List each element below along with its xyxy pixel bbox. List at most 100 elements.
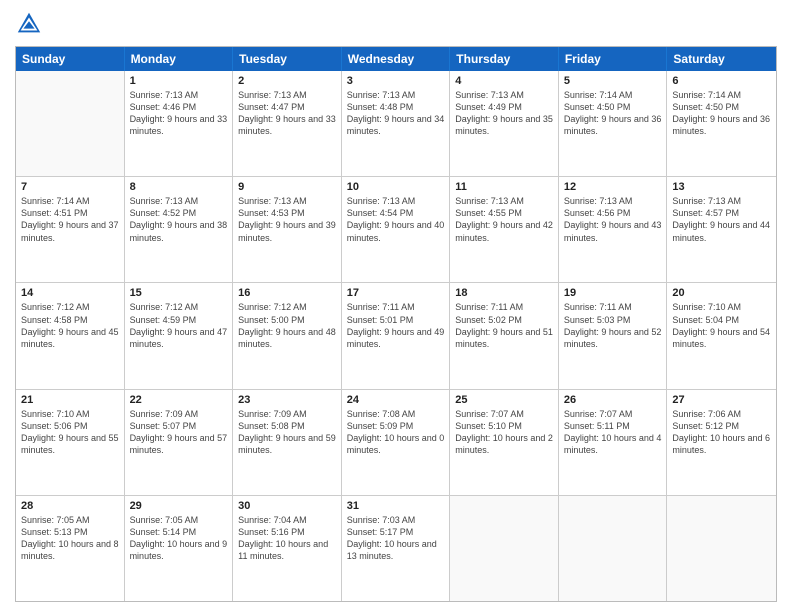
day-number: 3 [347,75,445,87]
day-info: Sunrise: 7:13 AM Sunset: 4:56 PM Dayligh… [564,195,662,244]
day-info: Sunrise: 7:13 AM Sunset: 4:46 PM Dayligh… [130,89,228,138]
calendar-cell: 4 Sunrise: 7:13 AM Sunset: 4:49 PM Daylig… [450,71,559,176]
day-number: 7 [21,181,119,193]
calendar-cell: 6Sunrise: 7:14 AM Sunset: 4:50 PM Daylig… [667,71,776,176]
calendar-cell: 30Sunrise: 7:04 AM Sunset: 5:16 PM Dayli… [233,496,342,601]
calendar-container: SundayMondayTuesdayWednesdayThursdayFrid… [15,46,777,602]
day-number: 9 [238,181,336,193]
calendar-cell: 12 Sunrise: 7:13 AM Sunset: 4:56 PM Dayli… [559,177,668,282]
day-number: 18 [455,287,553,299]
calendar-row: 7 Sunrise: 7:14 AM Sunset: 4:51 PM Daylig… [16,177,776,283]
calendar-cell: 21 Sunrise: 7:10 AM Sunset: 5:06 PM Dayli… [16,390,125,495]
calendar-cell: 29 Sunrise: 7:05 AM Sunset: 5:14 PM Dayli… [125,496,234,601]
day-info: Sunrise: 7:09 AM Sunset: 5:07 PM Dayligh… [130,408,228,457]
logo-icon [15,10,43,38]
calendar-cell: 13 Sunrise: 7:13 AM Sunset: 4:57 PM Dayli… [667,177,776,282]
weekday-header: Friday [559,47,668,71]
day-info: Sunrise: 7:05 AM Sunset: 5:13 PM Dayligh… [21,514,119,563]
day-number: 29 [130,500,228,512]
day-info: Sunrise: 7:11 AM Sunset: 5:01 PM Dayligh… [347,301,445,350]
calendar-cell: 2 Sunrise: 7:13 AM Sunset: 4:47 PM Daylig… [233,71,342,176]
day-number: 5 [564,75,662,87]
day-info: Sunrise: 7:13 AM Sunset: 4:57 PM Dayligh… [672,195,771,244]
day-number: 15 [130,287,228,299]
day-number: 2 [238,75,336,87]
calendar-cell [559,496,668,601]
calendar-header: SundayMondayTuesdayWednesdayThursdayFrid… [16,47,776,71]
calendar-cell: 25 Sunrise: 7:07 AM Sunset: 5:10 PM Dayli… [450,390,559,495]
day-info: Sunrise: 7:13 AM Sunset: 4:47 PM Dayligh… [238,89,336,138]
calendar-cell: 26 Sunrise: 7:07 AM Sunset: 5:11 PM Dayli… [559,390,668,495]
day-info: Sunrise: 7:13 AM Sunset: 4:48 PM Dayligh… [347,89,445,138]
calendar-cell: 15Sunrise: 7:12 AM Sunset: 4:59 PM Dayli… [125,283,234,388]
day-info: Sunrise: 7:13 AM Sunset: 4:53 PM Dayligh… [238,195,336,244]
day-number: 22 [130,394,228,406]
weekday-header: Sunday [16,47,125,71]
calendar-cell: 28Sunrise: 7:05 AM Sunset: 5:13 PM Dayli… [16,496,125,601]
day-info: Sunrise: 7:10 AM Sunset: 5:04 PM Dayligh… [672,301,771,350]
calendar-cell [667,496,776,601]
day-info: Sunrise: 7:12 AM Sunset: 5:00 PM Dayligh… [238,301,336,350]
day-number: 8 [130,181,228,193]
day-info: Sunrise: 7:14 AM Sunset: 4:51 PM Dayligh… [21,195,119,244]
header [15,10,777,38]
day-number: 11 [455,181,553,193]
day-info: Sunrise: 7:07 AM Sunset: 5:10 PM Dayligh… [455,408,553,457]
calendar-body: 1 Sunrise: 7:13 AM Sunset: 4:46 PM Daylig… [16,71,776,601]
calendar-cell: 16Sunrise: 7:12 AM Sunset: 5:00 PM Dayli… [233,283,342,388]
day-info: Sunrise: 7:13 AM Sunset: 4:49 PM Dayligh… [455,89,553,138]
day-info: Sunrise: 7:11 AM Sunset: 5:02 PM Dayligh… [455,301,553,350]
day-info: Sunrise: 7:12 AM Sunset: 4:58 PM Dayligh… [21,301,119,350]
day-number: 25 [455,394,553,406]
calendar-cell: 23 Sunrise: 7:09 AM Sunset: 5:08 PM Dayli… [233,390,342,495]
day-info: Sunrise: 7:13 AM Sunset: 4:55 PM Dayligh… [455,195,553,244]
calendar-cell: 10Sunrise: 7:13 AM Sunset: 4:54 PM Dayli… [342,177,451,282]
day-number: 13 [672,181,771,193]
day-info: Sunrise: 7:11 AM Sunset: 5:03 PM Dayligh… [564,301,662,350]
weekday-header: Tuesday [233,47,342,71]
day-info: Sunrise: 7:05 AM Sunset: 5:14 PM Dayligh… [130,514,228,563]
day-number: 21 [21,394,119,406]
calendar-cell: 1 Sunrise: 7:13 AM Sunset: 4:46 PM Daylig… [125,71,234,176]
day-info: Sunrise: 7:08 AM Sunset: 5:09 PM Dayligh… [347,408,445,457]
calendar-cell: 11 Sunrise: 7:13 AM Sunset: 4:55 PM Dayli… [450,177,559,282]
calendar-cell: 17 Sunrise: 7:11 AM Sunset: 5:01 PM Dayli… [342,283,451,388]
calendar-cell: 31 Sunrise: 7:03 AM Sunset: 5:17 PM Dayli… [342,496,451,601]
calendar-cell: 19 Sunrise: 7:11 AM Sunset: 5:03 PM Dayli… [559,283,668,388]
logo [15,10,47,38]
calendar-cell: 18 Sunrise: 7:11 AM Sunset: 5:02 PM Dayli… [450,283,559,388]
day-number: 27 [672,394,771,406]
day-number: 24 [347,394,445,406]
calendar-row: 28Sunrise: 7:05 AM Sunset: 5:13 PM Dayli… [16,496,776,601]
day-number: 20 [672,287,771,299]
day-info: Sunrise: 7:09 AM Sunset: 5:08 PM Dayligh… [238,408,336,457]
calendar-cell: 3 Sunrise: 7:13 AM Sunset: 4:48 PM Daylig… [342,71,451,176]
day-number: 4 [455,75,553,87]
day-info: Sunrise: 7:13 AM Sunset: 4:52 PM Dayligh… [130,195,228,244]
day-info: Sunrise: 7:10 AM Sunset: 5:06 PM Dayligh… [21,408,119,457]
day-number: 10 [347,181,445,193]
page: SundayMondayTuesdayWednesdayThursdayFrid… [0,0,792,612]
calendar-cell: 24 Sunrise: 7:08 AM Sunset: 5:09 PM Dayli… [342,390,451,495]
day-number: 26 [564,394,662,406]
day-info: Sunrise: 7:06 AM Sunset: 5:12 PM Dayligh… [672,408,771,457]
day-number: 12 [564,181,662,193]
weekday-header: Wednesday [342,47,451,71]
day-number: 19 [564,287,662,299]
day-number: 6 [672,75,771,87]
calendar-cell: 27 Sunrise: 7:06 AM Sunset: 5:12 PM Dayli… [667,390,776,495]
day-number: 31 [347,500,445,512]
calendar-cell: 5 Sunrise: 7:14 AM Sunset: 4:50 PM Daylig… [559,71,668,176]
calendar-cell: 14Sunrise: 7:12 AM Sunset: 4:58 PM Dayli… [16,283,125,388]
calendar-cell: 22 Sunrise: 7:09 AM Sunset: 5:07 PM Dayli… [125,390,234,495]
calendar-cell: 8 Sunrise: 7:13 AM Sunset: 4:52 PM Daylig… [125,177,234,282]
day-info: Sunrise: 7:07 AM Sunset: 5:11 PM Dayligh… [564,408,662,457]
day-number: 1 [130,75,228,87]
calendar-row: 1 Sunrise: 7:13 AM Sunset: 4:46 PM Daylig… [16,71,776,177]
day-info: Sunrise: 7:03 AM Sunset: 5:17 PM Dayligh… [347,514,445,563]
day-number: 23 [238,394,336,406]
day-number: 17 [347,287,445,299]
weekday-header: Monday [125,47,234,71]
day-info: Sunrise: 7:14 AM Sunset: 4:50 PM Dayligh… [564,89,662,138]
weekday-header: Thursday [450,47,559,71]
